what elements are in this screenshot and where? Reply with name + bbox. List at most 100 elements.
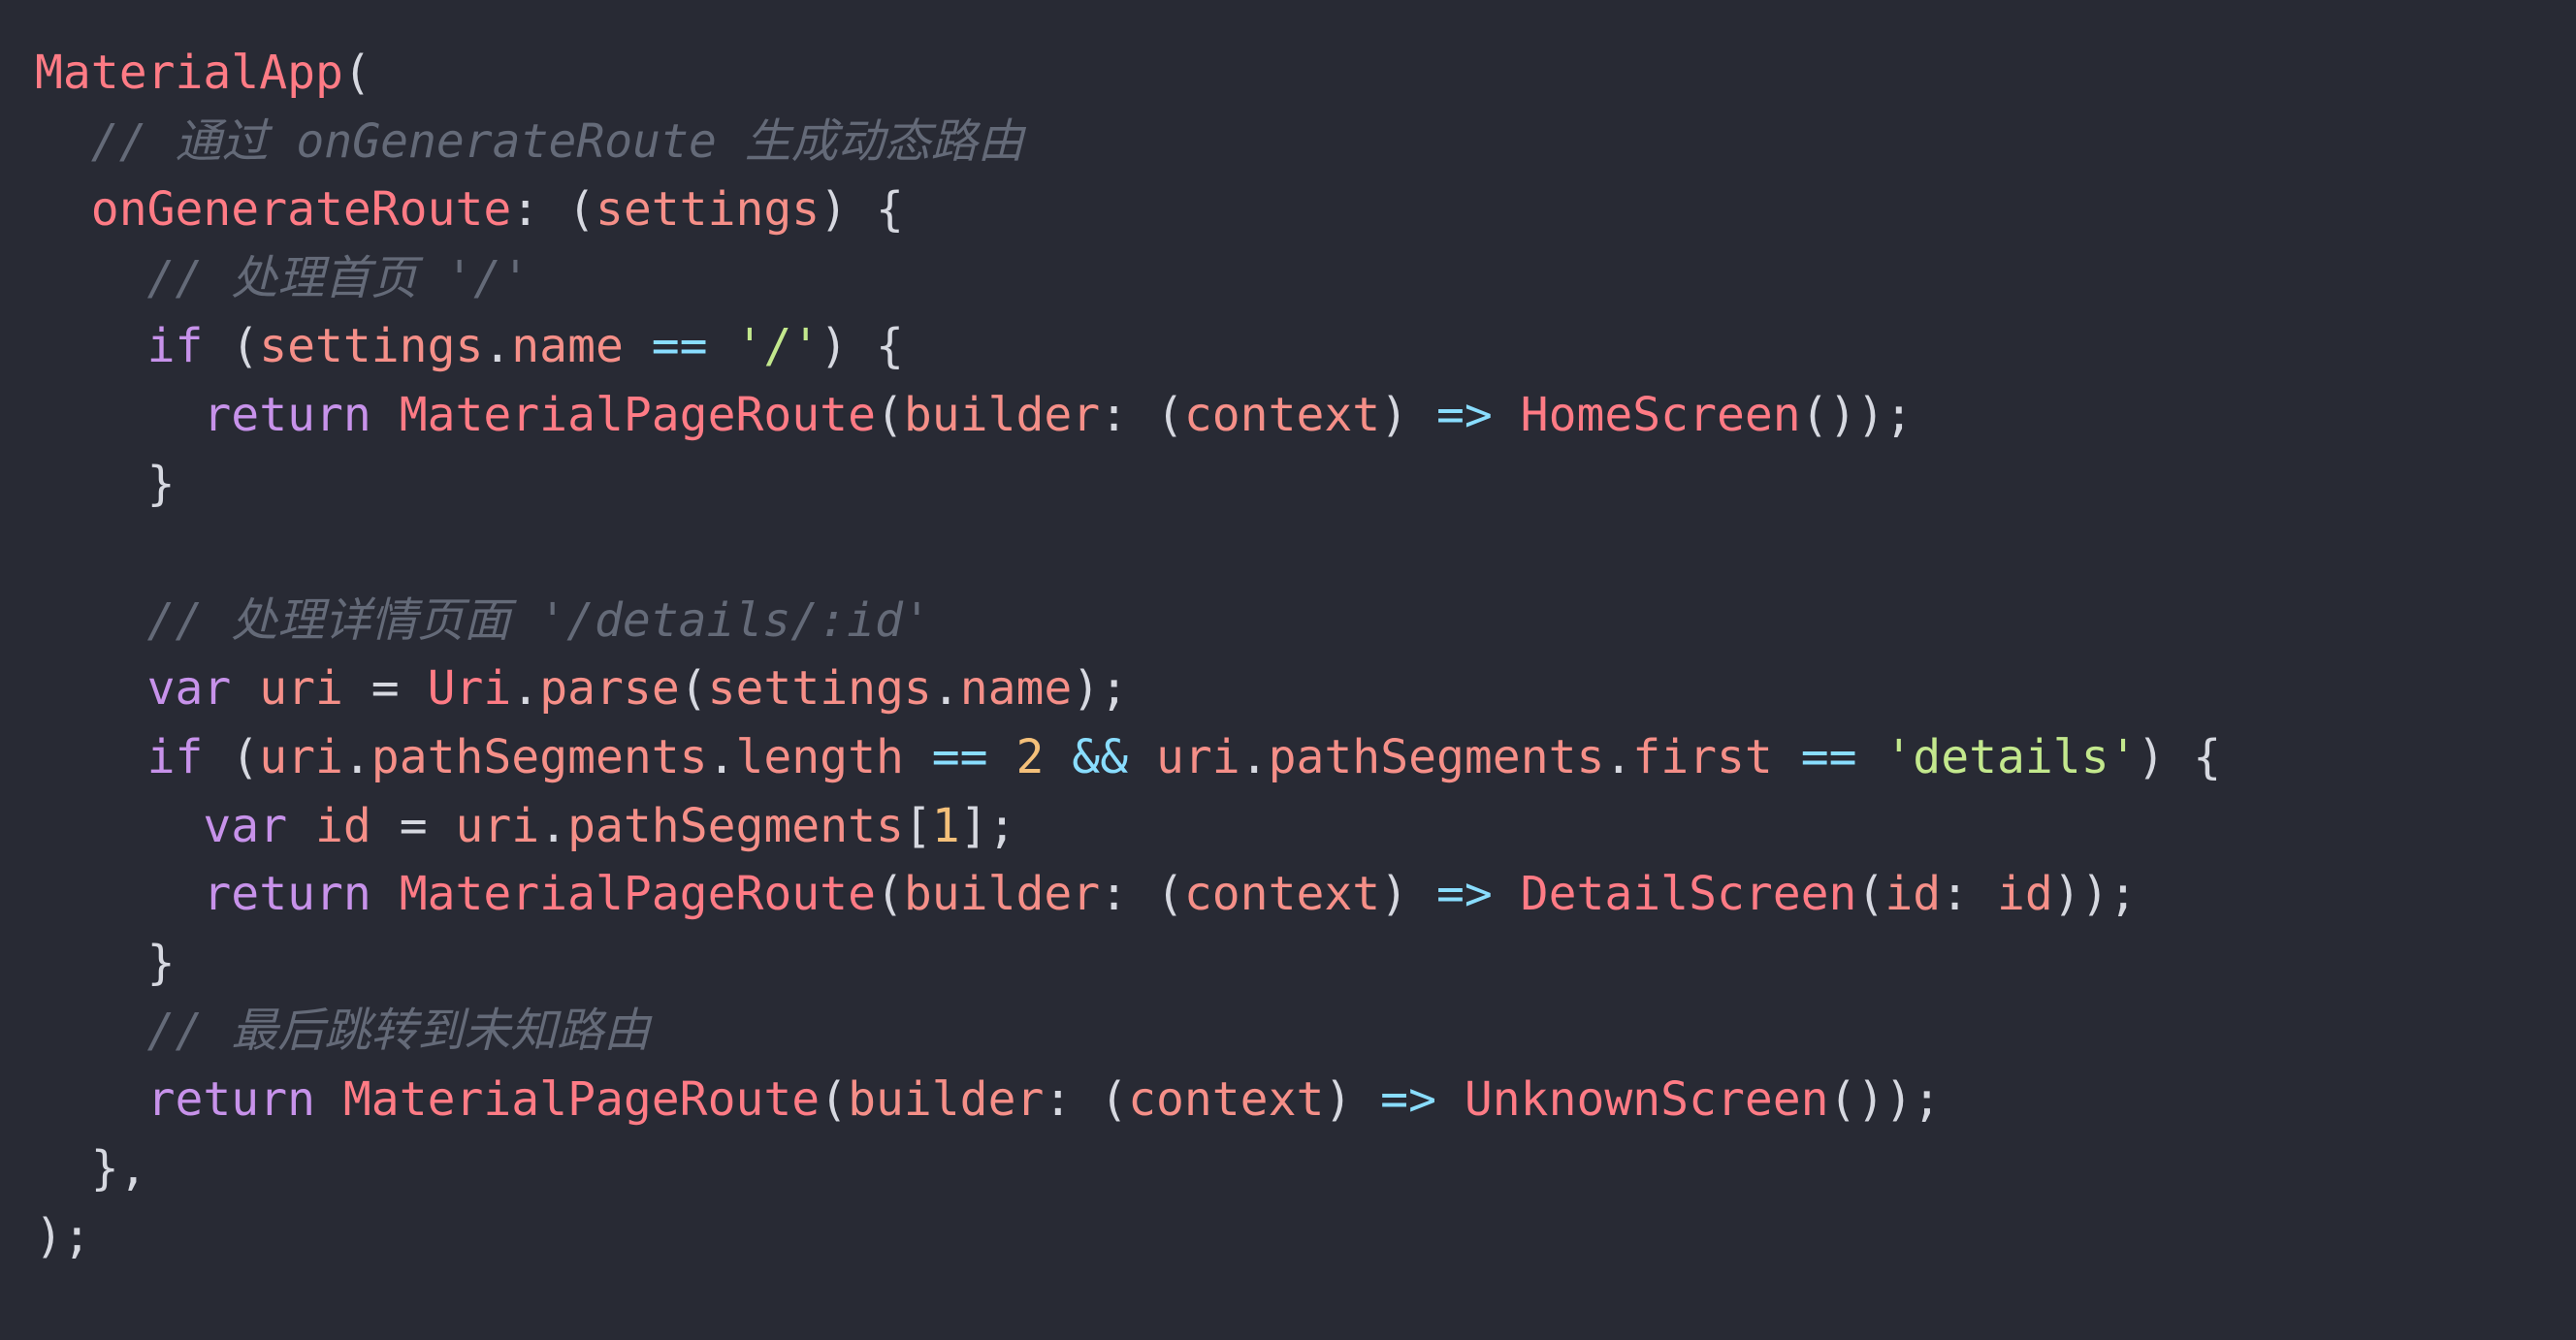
code-token-keyword: if xyxy=(146,729,204,784)
code-token-prop: uri xyxy=(259,729,343,784)
code-token-punct: : ( xyxy=(1100,867,1184,922)
code-token-operator: == xyxy=(1800,729,1857,784)
code-token-prop: id xyxy=(1884,867,1942,922)
code-token-punct: ) xyxy=(1380,867,1436,922)
code-token-keyword: return xyxy=(203,867,371,922)
code-token-operator: => xyxy=(1380,1071,1436,1127)
code-token-punct: ]; xyxy=(959,798,1016,853)
code-token-prop: settings xyxy=(259,319,484,374)
code-token-punct: : ( xyxy=(511,182,596,238)
code-line: // 最后跳转到未知路由 xyxy=(35,997,2576,1066)
code-token-prop: pathSegments xyxy=(1268,729,1605,784)
code-token-prop: pathSegments xyxy=(567,798,904,853)
code-token-ident: onGenerateRoute xyxy=(90,182,512,238)
code-token-prop: context xyxy=(1128,1071,1325,1127)
code-token-prop: id xyxy=(315,798,371,853)
code-token-punct: : xyxy=(1941,867,1997,922)
code-token-punct xyxy=(1857,730,1885,784)
code-token-punct: = xyxy=(370,798,456,853)
code-token-punct xyxy=(35,593,147,648)
code-token-punct xyxy=(35,182,91,237)
code-token-punct: } xyxy=(35,456,176,511)
code-token-punct xyxy=(988,730,1016,784)
code-line: // 处理详情页面 '/details/:id' xyxy=(35,587,2576,655)
code-token-prop: context xyxy=(1183,867,1381,922)
code-token-punct: ( xyxy=(820,1071,849,1127)
code-token-prop: parse xyxy=(539,661,680,717)
code-token-prop: uri xyxy=(455,798,540,853)
code-token-punct xyxy=(1493,867,1521,921)
code-token-punct xyxy=(708,319,736,373)
code-token-punct: )); xyxy=(2052,867,2138,922)
code-token-punct xyxy=(904,730,932,784)
code-token-punct xyxy=(287,799,315,853)
code-token-prop: uri xyxy=(259,661,343,717)
code-token-keyword: return xyxy=(146,1071,315,1127)
code-token-punct xyxy=(35,1004,147,1058)
code-token-punct: = xyxy=(342,661,428,717)
code-token-operator: => xyxy=(1435,387,1493,442)
code-token-punct xyxy=(1044,730,1072,784)
code-token-keyword: var xyxy=(146,661,232,717)
code-editor: MaterialApp( // 通过 onGenerateRoute 生成动态路… xyxy=(0,0,2576,1340)
code-token-prop: id xyxy=(1996,867,2053,922)
code-token-operator: == xyxy=(931,729,988,784)
code-token-prop: builder xyxy=(903,387,1101,442)
code-token-prop: name xyxy=(959,661,1073,717)
code-token-punct: }, xyxy=(35,1140,147,1196)
code-token-ident: MaterialPageRoute xyxy=(399,387,876,442)
code-line: return MaterialPageRoute(builder: (conte… xyxy=(35,860,2576,929)
code-token-comment: // 通过 onGenerateRoute 生成动态路由 xyxy=(90,113,1024,169)
code-token-prop: context xyxy=(1183,387,1381,442)
code-token-punct xyxy=(35,730,147,784)
code-token-punct xyxy=(35,114,91,169)
code-token-prop: builder xyxy=(848,1071,1045,1127)
code-token-punct: . xyxy=(1604,729,1633,784)
code-line: // 通过 onGenerateRoute 生成动态路由 xyxy=(35,108,2576,176)
code-line: MaterialApp( xyxy=(35,39,2576,108)
code-token-punct: ( xyxy=(875,387,904,442)
code-token-punct xyxy=(35,1072,147,1127)
code-token-punct: . xyxy=(707,729,736,784)
code-token-prop: first xyxy=(1632,729,1773,784)
code-lines: MaterialApp( // 通过 onGenerateRoute 生成动态路… xyxy=(35,39,2576,1271)
code-token-punct: ) xyxy=(1380,387,1436,442)
code-token-punct xyxy=(1128,730,1156,784)
code-line: var id = uri.pathSegments[1]; xyxy=(35,792,2576,861)
code-token-ident: UnknownScreen xyxy=(1464,1071,1829,1127)
code-token-punct: ) xyxy=(1324,1071,1381,1127)
code-token-punct: ( xyxy=(342,46,371,100)
code-token-keyword: if xyxy=(146,319,204,374)
code-token-punct xyxy=(1493,388,1521,442)
code-token-number: 1 xyxy=(931,798,960,853)
code-token-string: '/' xyxy=(735,319,821,374)
code-token-punct: . xyxy=(539,798,568,853)
code-token-comment: // 处理详情页面 '/details/:id' xyxy=(146,592,931,648)
code-token-ident: Uri xyxy=(427,661,512,717)
code-line: if (settings.name == '/') { xyxy=(35,312,2576,381)
code-token-keyword: var xyxy=(203,798,288,853)
code-token-punct xyxy=(371,388,400,442)
code-token-punct xyxy=(231,661,259,716)
code-token-punct: ( xyxy=(679,661,708,717)
code-token-ident: DetailScreen xyxy=(1520,867,1857,922)
code-token-ident: HomeScreen xyxy=(1520,387,1801,442)
code-token-prop: builder xyxy=(903,867,1101,922)
code-token-punct: ); xyxy=(35,1209,91,1264)
code-token-punct xyxy=(35,661,147,716)
code-token-operator: => xyxy=(1435,867,1493,922)
code-token-punct: ) { xyxy=(820,319,904,374)
code-token-punct xyxy=(35,251,147,305)
code-token-punct: } xyxy=(35,935,176,990)
code-token-punct xyxy=(371,867,400,921)
code-token-prop: settings xyxy=(595,182,821,238)
code-token-punct: ( xyxy=(203,729,260,784)
code-line: }, xyxy=(35,1134,2576,1203)
code-token-punct xyxy=(1773,730,1801,784)
code-token-punct: . xyxy=(483,319,512,374)
code-line: if (uri.pathSegments.length == 2 && uri.… xyxy=(35,723,2576,792)
code-token-punct: ( xyxy=(875,867,904,922)
code-token-operator: == xyxy=(651,319,708,374)
code-token-ident: MaterialApp xyxy=(35,46,343,100)
